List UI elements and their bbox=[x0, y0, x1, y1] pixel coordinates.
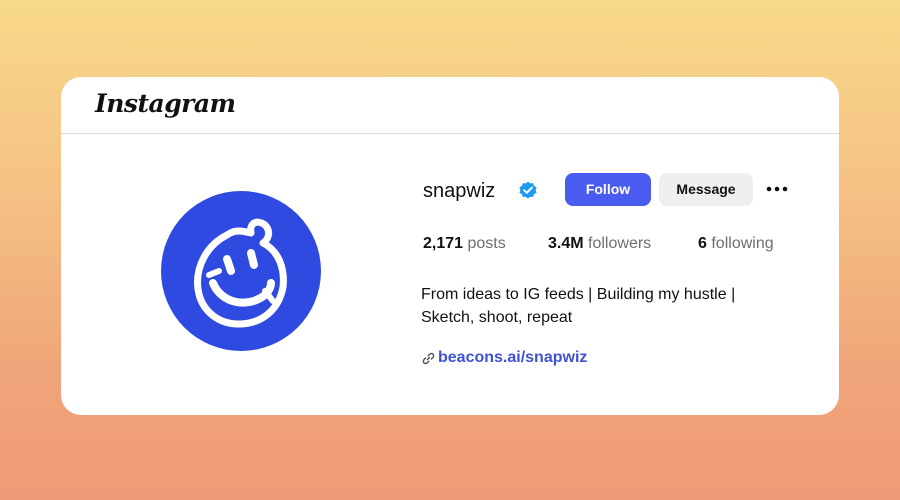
posts-label: posts bbox=[467, 235, 506, 252]
followers-stat[interactable]: 3.4M followers bbox=[548, 235, 651, 253]
more-options-icon[interactable] bbox=[766, 179, 788, 199]
profile-link-text: beacons.ai/snapwiz bbox=[438, 349, 588, 366]
follow-button[interactable]: Follow bbox=[565, 173, 651, 206]
card-header: Instagram bbox=[61, 77, 839, 134]
followers-label: followers bbox=[588, 235, 652, 252]
message-button[interactable]: Message bbox=[659, 173, 753, 206]
avatar[interactable] bbox=[161, 191, 321, 351]
username: snapwiz bbox=[423, 180, 496, 202]
posts-stat[interactable]: 2,171 posts bbox=[423, 235, 506, 253]
posts-count: 2,171 bbox=[423, 235, 464, 252]
smiley-logo-icon bbox=[194, 218, 287, 328]
verified-badge-icon bbox=[519, 181, 537, 199]
following-count: 6 bbox=[698, 235, 707, 252]
following-stat[interactable]: 6 following bbox=[698, 235, 774, 253]
bio-line-2: Sketch, shoot, repeat bbox=[421, 309, 573, 326]
link-icon bbox=[422, 352, 435, 364]
profile-card: Instagram snapwiz Follow Message 2,171 p… bbox=[61, 77, 839, 415]
following-label: following bbox=[711, 235, 774, 252]
followers-count: 3.4M bbox=[548, 235, 584, 252]
bio-line-1: From ideas to IG feeds | Building my hus… bbox=[421, 286, 736, 303]
bio: From ideas to IG feeds | Building my hus… bbox=[421, 283, 801, 329]
profile-link[interactable]: beacons.ai/snapwiz bbox=[422, 349, 587, 367]
instagram-logo[interactable]: Instagram bbox=[95, 89, 236, 118]
